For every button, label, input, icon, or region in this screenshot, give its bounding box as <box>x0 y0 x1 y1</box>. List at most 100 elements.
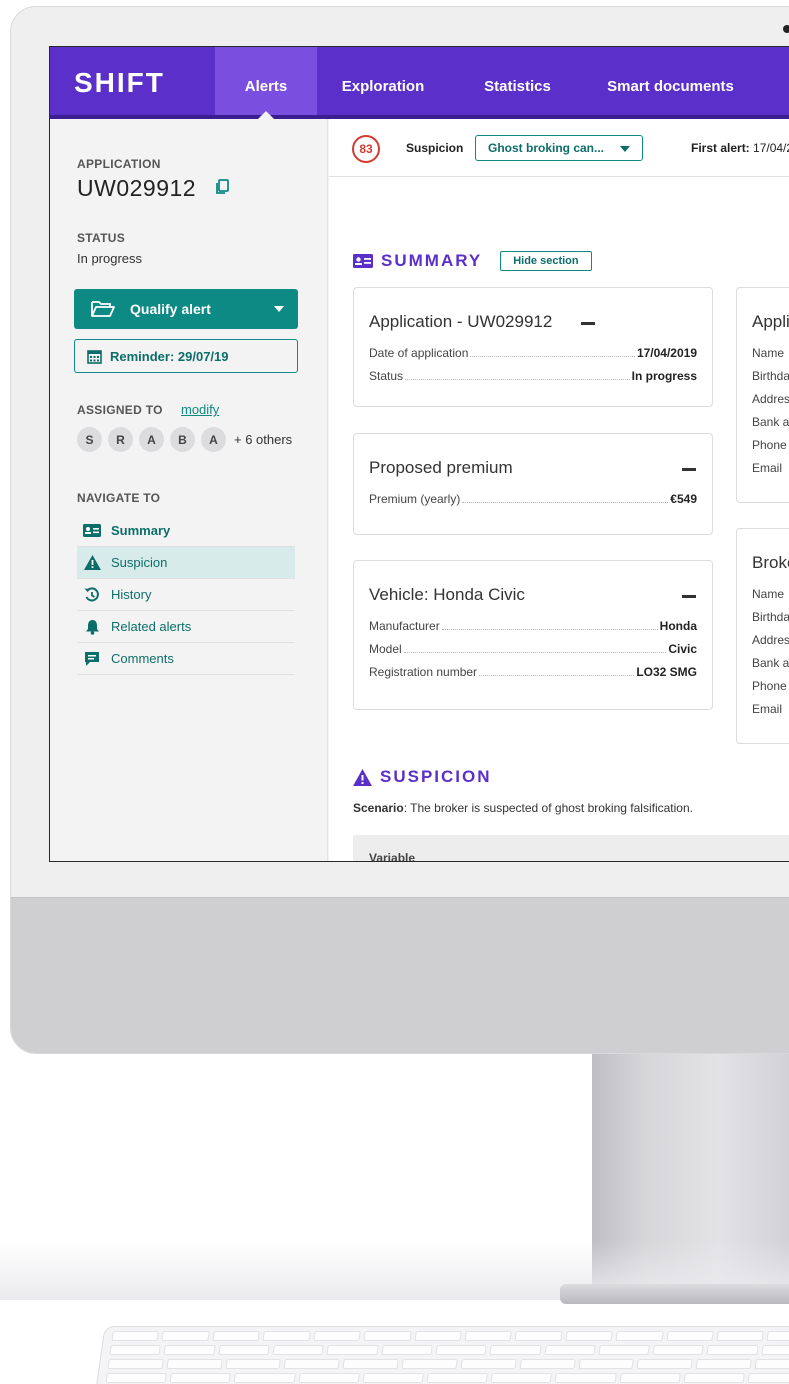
first-alert-value: 17/04/2 <box>753 141 789 155</box>
bell-icon <box>83 619 101 635</box>
qualify-alert-button[interactable]: Qualify alert <box>74 289 298 329</box>
section-nav: Summary Suspicion History Related alerts… <box>77 515 295 675</box>
nav-item-summary[interactable]: Summary <box>77 515 295 547</box>
info-row: Model Civic <box>369 642 697 656</box>
suspicion-title: SUSPICION <box>380 767 492 786</box>
summary-section-header: SUMMARY Hide section <box>353 251 592 271</box>
navigate-to-label: NAVIGATE TO <box>77 491 161 505</box>
chevron-down-icon <box>620 146 630 152</box>
suspicion-select[interactable]: Ghost broking can... <box>475 135 643 161</box>
assigned-to-label: ASSIGNED TO <box>77 403 163 417</box>
applicant-card: Appli Name Birthda Addres Bank a Phone E… <box>736 287 789 503</box>
app-screen: SHIFT Alerts Exploration Statistics Smar… <box>49 46 789 862</box>
avatar[interactable]: A <box>201 427 226 452</box>
alert-header-bar: 83 Suspicion Ghost broking can... First … <box>329 119 789 177</box>
warning-icon <box>83 555 101 571</box>
info-row: Date of application 17/04/2019 <box>369 346 697 360</box>
modify-link[interactable]: modify <box>181 402 219 417</box>
collapse-icon[interactable] <box>682 595 696 598</box>
card-title: Proposed premium <box>369 458 513 477</box>
id-card-icon <box>83 523 101 539</box>
nav-item-history[interactable]: History <box>77 579 295 611</box>
row-label: Model <box>369 642 402 656</box>
card-title: Appli <box>752 312 789 331</box>
nav-item-label: Suspicion <box>111 555 168 570</box>
scenario-text: Scenario: The broker is suspected of gho… <box>353 801 693 815</box>
main-content: 83 Suspicion Ghost broking can... First … <box>329 119 789 861</box>
collapse-icon[interactable] <box>581 322 595 325</box>
vehicle-card: Vehicle: Honda Civic Manufacturer Honda M… <box>353 560 713 710</box>
tab-alerts[interactable]: Alerts <box>215 47 317 119</box>
variable-table-header: Variable <box>353 835 789 861</box>
reminder-label: Reminder: 29/07/19 <box>110 348 229 364</box>
info-row: Status In progress <box>369 369 697 383</box>
premium-card: Proposed premium Premium (yearly) €549 <box>353 433 713 535</box>
row-value: Honda <box>659 619 697 633</box>
variable-column-header[interactable]: Variable <box>369 851 415 861</box>
status-value: In progress <box>77 251 143 266</box>
application-id: UW029912 <box>77 175 197 201</box>
collapse-icon[interactable] <box>682 468 696 471</box>
card-title: Broke <box>752 553 789 572</box>
suspicion-label: Suspicion <box>406 141 464 155</box>
info-row: Name <box>752 346 785 360</box>
row-label: Status <box>369 369 404 383</box>
first-alert-info: First alert: 17/04/2 <box>691 141 789 155</box>
info-row: Bank a <box>752 656 789 670</box>
row-value: €549 <box>670 492 697 506</box>
hide-section-button[interactable]: Hide section <box>500 251 592 271</box>
copy-icon[interactable] <box>215 179 229 195</box>
sidebar: APPLICATION UW029912 STATUS In progress … <box>50 119 328 861</box>
id-card-icon <box>353 254 373 268</box>
avatar[interactable]: S <box>77 427 102 452</box>
tab-exploration[interactable]: Exploration <box>328 47 438 115</box>
avatar[interactable]: A <box>139 427 164 452</box>
row-label: Manufacturer <box>369 619 440 633</box>
info-row: Registration number LO32 SMG <box>369 665 697 679</box>
row-value: LO32 SMG <box>636 665 697 679</box>
keyboard <box>95 1326 789 1384</box>
camera-dot <box>783 25 789 33</box>
nav-item-related-alerts[interactable]: Related alerts <box>77 611 295 643</box>
info-row: Phone <box>752 438 787 452</box>
nav-item-label: Related alerts <box>111 619 192 634</box>
info-row: Phone <box>752 679 787 693</box>
nav-item-label: Comments <box>111 651 174 666</box>
application-card: Application - UW029912 Date of applicati… <box>353 287 713 407</box>
row-value: 17/04/2019 <box>636 346 697 360</box>
comment-icon <box>83 651 101 667</box>
info-row: Birthda <box>752 610 789 624</box>
row-label: Date of application <box>369 346 469 360</box>
suspicion-section-header: SUSPICION <box>353 767 492 787</box>
info-row: Birthda <box>752 369 789 383</box>
broker-card: Broke Name Birthda Addres Bank a Phone E… <box>736 528 789 744</box>
avatar[interactable]: B <box>170 427 195 452</box>
status-label: STATUS <box>77 231 126 245</box>
brand-logo[interactable]: SHIFT <box>74 67 165 99</box>
nav-item-comments[interactable]: Comments <box>77 643 295 675</box>
monitor-chin <box>11 897 789 1053</box>
info-row: Name <box>752 587 785 601</box>
row-label: Premium (yearly) <box>369 492 461 506</box>
avatar[interactable]: R <box>108 427 133 452</box>
info-row: Manufacturer Honda <box>369 619 697 633</box>
application-label: APPLICATION <box>77 157 161 171</box>
scenario-description: : The broker is suspected of ghost broki… <box>403 801 693 815</box>
tab-statistics[interactable]: Statistics <box>470 47 565 115</box>
history-icon <box>83 586 101 603</box>
info-row: Email <box>752 461 783 475</box>
tab-smart-documents[interactable]: Smart documents <box>598 47 743 115</box>
assignee-avatars: S R A B A + 6 others <box>77 427 292 452</box>
nav-item-suspicion[interactable]: Suspicion <box>77 547 295 579</box>
others-count[interactable]: + 6 others <box>234 432 292 447</box>
folder-open-icon <box>91 301 115 317</box>
info-row: Addres <box>752 633 789 647</box>
risk-score-badge: 83 <box>352 135 380 163</box>
card-title: Vehicle: Honda Civic <box>369 585 525 604</box>
info-row: Premium (yearly) €549 <box>369 492 697 506</box>
info-row: Email <box>752 702 783 716</box>
nav-item-label: Summary <box>111 523 171 538</box>
summary-title: SUMMARY <box>381 251 483 270</box>
nav-item-label: History <box>111 587 152 602</box>
reminder-button[interactable]: Reminder: 29/07/19 <box>74 339 298 373</box>
